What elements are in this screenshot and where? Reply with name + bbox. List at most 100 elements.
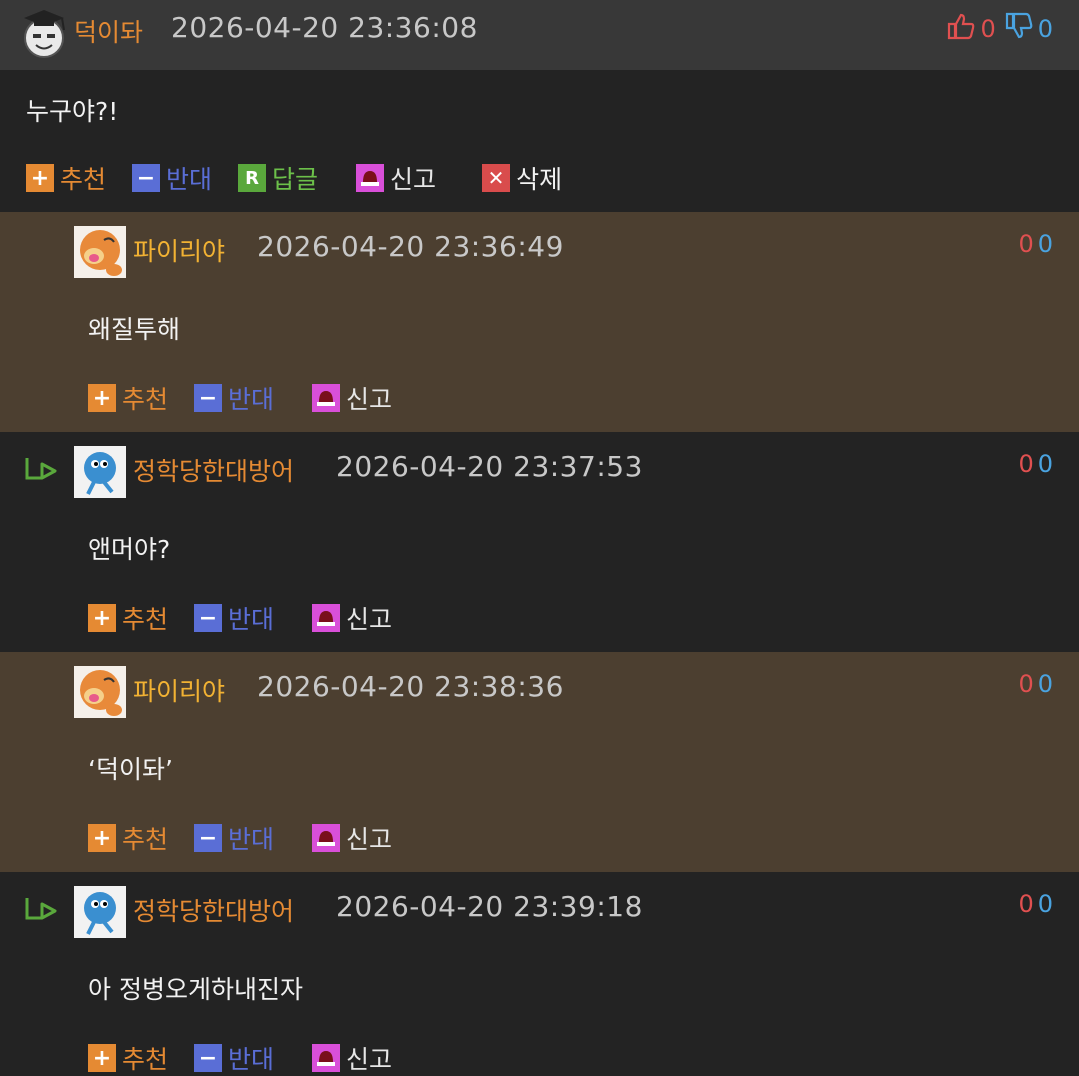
downvote-label: 반대 <box>166 165 213 194</box>
upvote-count[interactable]: 0 <box>1018 450 1033 478</box>
vote-counter: 0 0 <box>1018 890 1053 918</box>
avatar[interactable] <box>74 666 126 718</box>
downvote-count[interactable]: 0 <box>1038 670 1053 698</box>
plus-icon: + <box>88 384 116 412</box>
downvote-count[interactable]: 0 <box>1038 230 1053 258</box>
downvote-button[interactable]: − 반대 <box>194 820 274 856</box>
comment-text: 누구야?! <box>26 97 119 126</box>
report-label: 신고 <box>346 385 393 414</box>
comment-actions: + 추천 − 반대 신고 <box>88 1040 418 1076</box>
upvote-count[interactable]: 0 <box>1018 890 1033 918</box>
author-nickname[interactable]: 파이리야 <box>133 672 225 708</box>
downvote-count[interactable]: 0 <box>1038 890 1053 918</box>
author-nickname[interactable]: 파이리야 <box>133 232 225 268</box>
timestamp: 2026-04-20 23:37:53 <box>336 450 643 483</box>
author-nickname[interactable]: 덕이돠 <box>74 13 143 49</box>
comment-actions: + 추천 − 반대 R 답글 신고 ✕ 삭제 <box>26 160 588 196</box>
plus-icon: + <box>88 824 116 852</box>
comment-header: 덕이돠 2026-04-20 23:36:08 0 0 <box>0 0 1079 70</box>
comment-text: 왜질투해 <box>88 315 181 344</box>
timestamp: 2026-04-20 23:36:49 <box>257 230 564 263</box>
downvote-count[interactable]: 0 <box>1038 450 1053 478</box>
report-button[interactable]: 신고 <box>356 160 436 196</box>
close-icon: ✕ <box>482 164 511 192</box>
vote-counter: 0 0 <box>1018 670 1053 698</box>
upvote-label: 추천 <box>60 165 107 194</box>
timestamp: 2026-04-20 23:39:18 <box>336 890 643 923</box>
minus-icon: − <box>132 164 161 192</box>
report-label: 신고 <box>346 605 393 634</box>
downvote-label: 반대 <box>228 825 275 854</box>
siren-icon <box>312 824 341 852</box>
downvote-label: 반대 <box>228 385 275 414</box>
downvote-button[interactable]: − 반대 <box>194 1040 274 1076</box>
minus-icon: − <box>194 384 223 412</box>
report-label: 신고 <box>390 165 437 194</box>
minus-icon: − <box>194 604 223 632</box>
upvote-label: 추천 <box>122 605 169 634</box>
vote-counter: 0 0 <box>1018 450 1053 478</box>
avatar[interactable] <box>74 886 126 938</box>
upvote-button[interactable]: + 추천 <box>88 1040 168 1076</box>
comment-text: 앤머야? <box>88 535 171 564</box>
delete-button[interactable]: ✕ 삭제 <box>482 160 562 196</box>
delete-label: 삭제 <box>516 165 563 194</box>
plus-icon: + <box>88 1044 116 1072</box>
reply-icon: R <box>238 164 267 192</box>
reply-comment: 파이리야 2026-04-20 23:38:36 0 0 ‘덕이돠’ + 추천 … <box>0 652 1079 872</box>
report-button[interactable]: 신고 <box>312 380 392 416</box>
siren-icon <box>312 384 341 412</box>
main-comment: 덕이돠 2026-04-20 23:36:08 0 0 누구야?! + 추천 −… <box>0 0 1079 212</box>
upvote-button[interactable]: + 추천 <box>88 380 168 416</box>
comment-text: ‘덕이돠’ <box>88 755 173 784</box>
comment-actions: + 추천 − 반대 신고 <box>88 600 418 636</box>
upvote-label: 추천 <box>122 825 169 854</box>
plus-icon: + <box>26 164 54 192</box>
timestamp: 2026-04-20 23:38:36 <box>257 670 564 703</box>
report-button[interactable]: 신고 <box>312 820 392 856</box>
downvote-button[interactable]: − 반대 <box>132 160 212 196</box>
vote-counter: 0 0 <box>946 11 1053 47</box>
upvote-label: 추천 <box>122 1045 169 1074</box>
upvote-button[interactable]: + 추천 <box>26 160 106 196</box>
report-label: 신고 <box>346 1045 393 1074</box>
upvote-button[interactable]: + 추천 <box>88 820 168 856</box>
thumbs-up-icon[interactable] <box>946 11 976 47</box>
thumbs-down-icon[interactable] <box>1004 11 1034 47</box>
siren-icon <box>312 604 341 632</box>
reply-label: 답글 <box>272 165 319 194</box>
reply-arrow-icon <box>24 456 60 486</box>
timestamp: 2026-04-20 23:36:08 <box>171 11 478 44</box>
report-label: 신고 <box>346 825 393 854</box>
report-button[interactable]: 신고 <box>312 600 392 636</box>
downvote-button[interactable]: − 반대 <box>194 600 274 636</box>
vote-counter: 0 0 <box>1018 230 1053 258</box>
author-nickname[interactable]: 정학당한대방어 <box>133 892 294 928</box>
avatar[interactable] <box>18 8 70 60</box>
siren-icon <box>312 1044 341 1072</box>
upvote-count: 0 <box>980 15 996 43</box>
author-nickname[interactable]: 정학당한대방어 <box>133 452 294 488</box>
upvote-count[interactable]: 0 <box>1018 670 1033 698</box>
reply-comment: 파이리야 2026-04-20 23:36:49 0 0 왜질투해 + 추천 −… <box>0 212 1079 432</box>
comment-text: 아 정병오게하내진자 <box>88 975 303 1004</box>
reply-button[interactable]: R 답글 <box>238 160 318 196</box>
minus-icon: − <box>194 1044 223 1072</box>
reply-comment: 정학당한대방어 2026-04-20 23:37:53 0 0 앤머야? + 추… <box>0 432 1079 652</box>
comment-actions: + 추천 − 반대 신고 <box>88 380 418 416</box>
siren-icon <box>356 164 385 192</box>
comment-actions: + 추천 − 반대 신고 <box>88 820 418 856</box>
avatar[interactable] <box>74 226 126 278</box>
upvote-label: 추천 <box>122 385 169 414</box>
downvote-label: 반대 <box>228 1045 275 1074</box>
downvote-label: 반대 <box>228 605 275 634</box>
minus-icon: − <box>194 824 223 852</box>
report-button[interactable]: 신고 <box>312 1040 392 1076</box>
upvote-button[interactable]: + 추천 <box>88 600 168 636</box>
avatar[interactable] <box>74 446 126 498</box>
reply-comment: 정학당한대방어 2026-04-20 23:39:18 0 0 아 정병오게하내… <box>0 872 1079 1074</box>
downvote-count: 0 <box>1037 15 1053 43</box>
reply-arrow-icon <box>24 896 60 926</box>
downvote-button[interactable]: − 반대 <box>194 380 274 416</box>
upvote-count[interactable]: 0 <box>1018 230 1033 258</box>
